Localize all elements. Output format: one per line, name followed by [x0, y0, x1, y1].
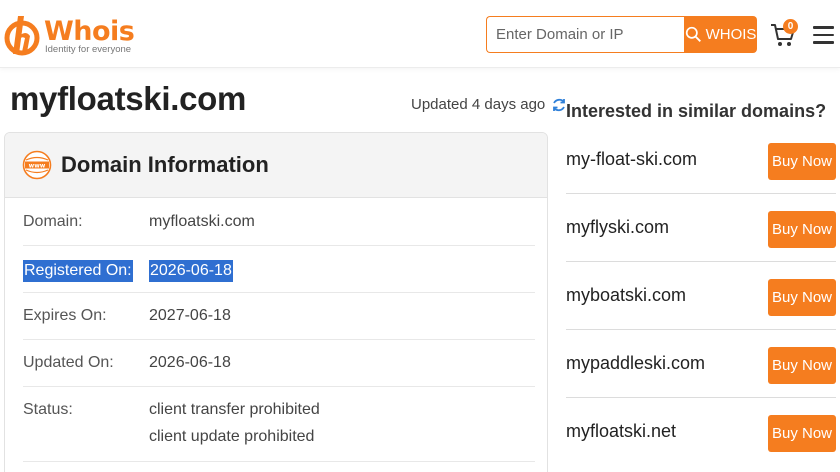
- status-values: client transfer prohibited client update…: [149, 396, 320, 450]
- status-value: client transfer prohibited: [149, 401, 320, 418]
- domain-row: Domain: myfloatski.com: [23, 199, 535, 246]
- updated-value: 2026-06-18: [149, 354, 231, 371]
- registered-value: 2026-06-18: [149, 260, 233, 282]
- logo-icon: [4, 16, 40, 56]
- buy-now-button[interactable]: Buy Now: [768, 211, 836, 248]
- similar-domain-name[interactable]: myboatski.com: [566, 285, 686, 306]
- whois-logo[interactable]: Whois Identity for everyone: [4, 10, 135, 60]
- domain-label: Domain:: [23, 213, 83, 230]
- cart-count-badge: 0: [783, 19, 798, 34]
- registered-row: Registered On: 2026-06-18: [23, 246, 535, 293]
- domain-info-card: www Domain Information Domain: myfloatsk…: [4, 132, 548, 472]
- search-input[interactable]: [486, 16, 684, 53]
- hamburger-menu-icon[interactable]: [813, 26, 834, 44]
- card-title: Domain Information: [61, 152, 269, 177]
- similar-domain-item: myflyski.com Buy Now: [566, 194, 836, 262]
- site-header: Whois Identity for everyone WHOIS 0: [0, 0, 840, 68]
- similar-domain-item: myboatski.com Buy Now: [566, 262, 836, 330]
- www-icon: www: [22, 150, 52, 180]
- status-value: client update prohibited: [149, 428, 315, 445]
- updated-row: Updated On: 2026-06-18: [23, 340, 535, 387]
- refresh-icon[interactable]: [551, 97, 567, 113]
- status-label: Status:: [23, 401, 73, 418]
- buy-now-button[interactable]: Buy Now: [768, 347, 836, 384]
- similar-domains-title: Interested in similar domains?: [566, 101, 827, 121]
- expires-row: Expires On: 2027-06-18: [23, 293, 535, 340]
- similar-domain-name[interactable]: myflyski.com: [566, 217, 669, 238]
- search-button-label: WHOIS: [705, 26, 757, 43]
- updated-label: Updated On:: [23, 354, 114, 371]
- updated-text: Updated 4 days ago: [411, 96, 546, 113]
- registered-label: Registered On:: [23, 260, 133, 282]
- similar-domain-item: myfloatski.net Buy Now: [566, 398, 836, 466]
- buy-now-button[interactable]: Buy Now: [768, 143, 836, 180]
- domain-info-table: Domain: myfloatski.com Registered On: 20…: [23, 199, 535, 462]
- similar-domains-list: my-float-ski.com Buy Now myflyski.com Bu…: [566, 126, 836, 466]
- page-title: myfloatski.com: [10, 80, 247, 117]
- card-header: www Domain Information: [5, 133, 547, 198]
- whois-search-button[interactable]: WHOIS: [684, 16, 757, 53]
- similar-domain-name[interactable]: mypaddleski.com: [566, 353, 705, 374]
- cart-button[interactable]: 0: [770, 19, 800, 52]
- status-row: Status: client transfer prohibited clien…: [23, 387, 535, 462]
- logo-wordmark: Whois: [44, 16, 135, 47]
- search-icon: [685, 26, 701, 42]
- similar-domain-name[interactable]: myfloatski.net: [566, 421, 676, 442]
- buy-now-button[interactable]: Buy Now: [768, 415, 836, 452]
- updated-status: Updated 4 days ago: [411, 96, 567, 113]
- svg-text:www: www: [29, 162, 46, 169]
- expires-label: Expires On:: [23, 307, 107, 324]
- buy-now-button[interactable]: Buy Now: [768, 279, 836, 316]
- similar-domain-name[interactable]: my-float-ski.com: [566, 149, 697, 170]
- similar-domain-item: my-float-ski.com Buy Now: [566, 126, 836, 194]
- expires-value: 2027-06-18: [149, 307, 231, 324]
- logo-tagline: Identity for everyone: [45, 44, 132, 55]
- similar-domain-item: mypaddleski.com Buy Now: [566, 330, 836, 398]
- domain-value: myfloatski.com: [149, 213, 255, 230]
